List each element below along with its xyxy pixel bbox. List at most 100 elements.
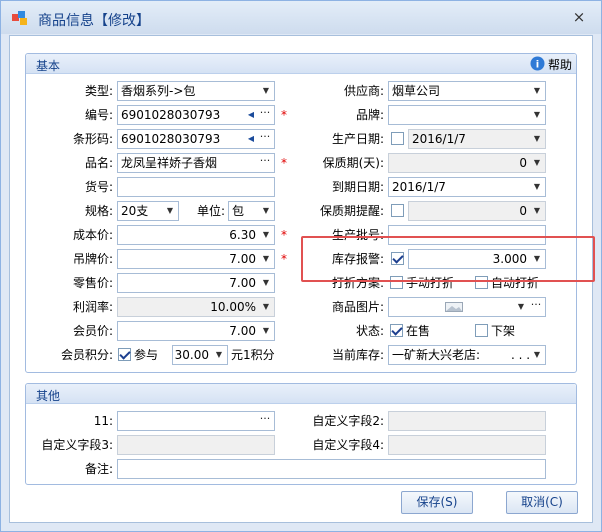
- cost-field[interactable]: 6.30 ▼: [117, 225, 275, 245]
- points-join-checkbox[interactable]: [118, 348, 131, 361]
- ellipsis-icon[interactable]: ···: [258, 106, 272, 124]
- name-label: 品名:: [84, 156, 113, 170]
- member-points-label: 会员积分:: [60, 348, 113, 362]
- item-no-label: 货号:: [84, 180, 113, 194]
- ellipsis-icon[interactable]: ···: [258, 154, 272, 172]
- chevron-down-icon[interactable]: ▼: [530, 155, 544, 171]
- custom4-input[interactable]: [388, 435, 546, 455]
- ellipsis-icon[interactable]: ···: [258, 412, 272, 430]
- close-icon[interactable]: ×: [571, 9, 587, 25]
- status-label: 状态:: [355, 324, 384, 338]
- category-select[interactable]: 香烟系列->包 ▼: [117, 81, 275, 101]
- custom2-input[interactable]: [388, 411, 546, 431]
- custom3-label: 自定义字段3:: [41, 438, 113, 452]
- code-label: 编号:: [84, 108, 113, 122]
- margin-label: 利润率:: [72, 300, 113, 314]
- image-placeholder-icon: [445, 302, 463, 312]
- retail-label: 零售价:: [72, 276, 113, 290]
- unit-label: 单位:: [196, 204, 225, 218]
- name-required-mark: *: [281, 156, 287, 170]
- expiry-label: 到期日期:: [331, 180, 384, 194]
- save-button[interactable]: 保存(S): [401, 491, 473, 514]
- margin-field: 10.00% ▼: [117, 297, 275, 317]
- svg-text:i: i: [536, 60, 539, 71]
- name-field[interactable]: 龙凤呈祥娇子香烟 ···: [117, 153, 275, 173]
- cancel-button[interactable]: 取消(C): [506, 491, 578, 514]
- chevron-down-icon[interactable]: ▼: [259, 227, 273, 243]
- chevron-down-icon[interactable]: ▼: [259, 83, 273, 99]
- barcode-field[interactable]: 6901028030793 ◀ ···: [117, 129, 275, 149]
- tag-price-field[interactable]: 7.00 ▼: [117, 249, 275, 269]
- category-label: 类型:: [84, 84, 113, 98]
- image-select[interactable]: ▼ ···: [388, 297, 546, 317]
- current-stock-select[interactable]: 一矿新大兴老店: . . . ▼: [388, 345, 546, 365]
- points-value-field[interactable]: 30.00 ▼: [172, 345, 228, 365]
- window-title: 商品信息【修改】: [38, 13, 150, 29]
- custom2-label: 自定义字段2:: [312, 414, 384, 428]
- chevron-down-icon[interactable]: ▼: [259, 275, 273, 291]
- field-11-input[interactable]: ···: [117, 411, 275, 431]
- chevron-down-icon[interactable]: ▼: [259, 203, 273, 219]
- other-group-header: 其他: [26, 384, 576, 404]
- title-bar[interactable]: 商品信息【修改】 ×: [1, 1, 601, 34]
- brand-label: 品牌:: [355, 108, 384, 122]
- chevron-down-icon[interactable]: ▼: [530, 83, 544, 99]
- basic-group-title: 基本: [36, 59, 61, 73]
- spec-label: 规格:: [84, 204, 113, 218]
- expiry-alert-checkbox[interactable]: [391, 204, 404, 217]
- chevron-down-icon[interactable]: ▼: [530, 179, 544, 195]
- arrow-left-icon[interactable]: ◀: [246, 130, 256, 148]
- prod-date-checkbox[interactable]: [391, 132, 404, 145]
- shelf-life-label: 保质期(天):: [322, 156, 384, 170]
- supplier-label: 供应商:: [343, 84, 384, 98]
- chevron-down-icon[interactable]: ▼: [530, 347, 544, 363]
- expiry-alert-label: 保质期提醒:: [319, 204, 384, 218]
- status-on-label: 在售: [406, 324, 431, 338]
- stock-alert-highlight-box: [301, 236, 595, 282]
- basic-group-header: 基本 i 帮助: [26, 54, 576, 74]
- spec-select[interactable]: 20支 ▼: [117, 201, 179, 221]
- retail-field[interactable]: 7.00 ▼: [117, 273, 275, 293]
- prod-date-label: 生产日期:: [331, 132, 384, 146]
- chevron-down-icon[interactable]: ▼: [530, 203, 544, 219]
- cost-required-mark: *: [281, 228, 287, 242]
- dialog-window: 商品信息【修改】 × 基本 i 帮助 类型: 编号: 条形码: 品名: 货号: …: [0, 0, 602, 532]
- status-on-checkbox[interactable]: [390, 324, 403, 337]
- current-stock-label: 当前库存:: [331, 348, 384, 362]
- brand-select[interactable]: ▼: [388, 105, 546, 125]
- expiry-alert-field[interactable]: 0 ▼: [408, 201, 546, 221]
- chevron-down-icon[interactable]: ▼: [259, 251, 273, 267]
- member-price-field[interactable]: 7.00 ▼: [117, 321, 275, 341]
- cost-label: 成本价:: [72, 228, 113, 242]
- chevron-down-icon[interactable]: ▼: [530, 107, 544, 123]
- member-price-label: 会员价:: [72, 324, 113, 338]
- chevron-down-icon[interactable]: ▼: [514, 299, 528, 315]
- chevron-down-icon[interactable]: ▼: [259, 323, 273, 339]
- supplier-select[interactable]: 烟草公司 ▼: [388, 81, 546, 101]
- help-icon[interactable]: i: [530, 56, 545, 71]
- custom4-label: 自定义字段4:: [312, 438, 384, 452]
- unit-select[interactable]: 包 ▼: [228, 201, 275, 221]
- code-field[interactable]: 6901028030793 ◀ ···: [117, 105, 275, 125]
- barcode-label: 条形码:: [72, 132, 113, 146]
- status-off-checkbox[interactable]: [475, 324, 488, 337]
- arrow-left-icon[interactable]: ◀: [246, 106, 256, 124]
- code-required-mark: *: [281, 108, 287, 122]
- points-unit-label: 元1积分: [231, 348, 275, 362]
- shelf-life-field[interactable]: 0 ▼: [388, 153, 546, 173]
- ellipsis-icon[interactable]: ···: [529, 298, 543, 316]
- note-input[interactable]: [117, 459, 546, 479]
- item-no-field[interactable]: [117, 177, 275, 197]
- chevron-down-icon[interactable]: ▼: [530, 131, 544, 147]
- image-label: 商品图片:: [331, 300, 384, 314]
- tag-price-required-mark: *: [281, 252, 287, 266]
- chevron-down-icon[interactable]: ▼: [212, 347, 226, 363]
- ellipsis-icon[interactable]: ···: [258, 130, 272, 148]
- field-11-label: 11:: [93, 414, 113, 428]
- prod-date-field[interactable]: 2016/1/7 ▼: [408, 129, 546, 149]
- custom3-input[interactable]: [117, 435, 275, 455]
- chevron-down-icon[interactable]: ▼: [163, 203, 177, 219]
- points-join-label: 参与: [134, 348, 159, 362]
- help-link[interactable]: 帮助: [548, 56, 572, 73]
- expiry-field[interactable]: 2016/1/7 ▼: [388, 177, 546, 197]
